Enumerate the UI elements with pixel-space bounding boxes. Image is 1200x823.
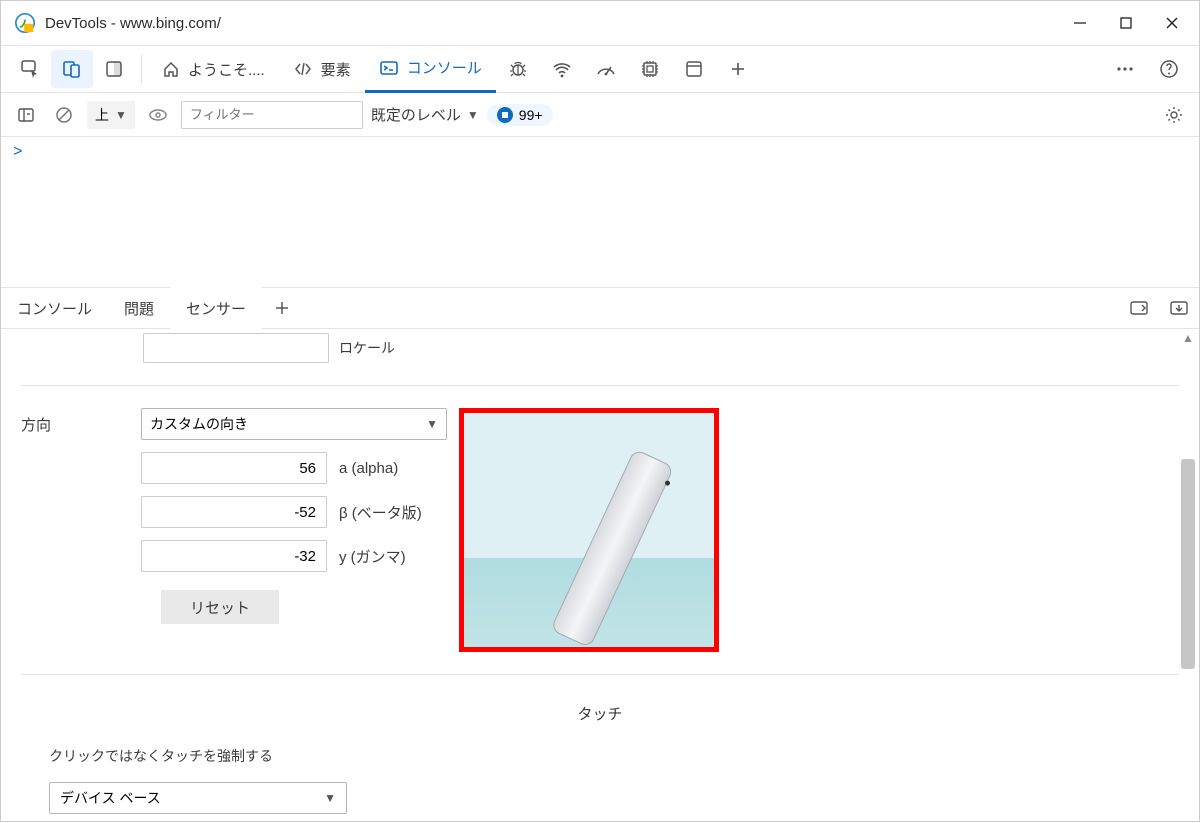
bug-icon[interactable] xyxy=(496,50,540,88)
execution-context-selector[interactable]: 上 ▼ xyxy=(87,101,135,129)
application-icon[interactable] xyxy=(672,50,716,88)
drawer-tabbar: コンソール 問題 センサー xyxy=(1,287,1199,329)
console-prompt: > xyxy=(13,143,23,161)
drawer-tab-issues[interactable]: 問題 xyxy=(108,287,170,329)
dock-icon[interactable] xyxy=(93,50,135,88)
main-tabbar: ようこそ.... 要素 コンソール xyxy=(1,45,1199,93)
issues-counter[interactable]: 99+ xyxy=(487,104,553,126)
console-icon xyxy=(379,59,399,77)
alpha-label: a (alpha) xyxy=(339,460,398,477)
drawer-tab-sensors[interactable]: センサー xyxy=(170,287,262,329)
force-touch-label: クリックではなくタッチを強制する xyxy=(49,746,1179,766)
more-options-icon[interactable] xyxy=(1103,50,1147,88)
network-icon[interactable] xyxy=(540,50,584,88)
performance-icon[interactable] xyxy=(584,50,628,88)
scroll-up-icon[interactable]: ▲ xyxy=(1179,329,1197,347)
chevron-down-icon: ▼ xyxy=(324,791,336,805)
help-icon[interactable] xyxy=(1147,50,1191,88)
memory-icon[interactable] xyxy=(628,50,672,88)
reset-button[interactable]: リセット xyxy=(161,590,279,624)
chevron-down-icon: ▼ xyxy=(426,417,438,431)
window-maximize-button[interactable] xyxy=(1103,1,1149,45)
device-toggle-icon[interactable] xyxy=(51,50,93,88)
tab-welcome-label: ようこそ.... xyxy=(188,59,265,80)
scrollbar[interactable]: ▲ xyxy=(1179,329,1197,823)
tab-welcome[interactable]: ようこそ.... xyxy=(148,45,279,93)
console-toolbar: 上 ▼ 既定のレベル ▼ 99+ xyxy=(1,93,1199,137)
home-icon xyxy=(162,60,180,78)
locale-label: ロケール xyxy=(339,338,395,358)
issues-badge-icon xyxy=(497,107,513,123)
chevron-down-icon: ▼ xyxy=(467,108,479,122)
orientation-preset-value: カスタムの向き xyxy=(150,414,248,434)
filter-input[interactable] xyxy=(181,101,363,129)
toggle-sidebar-icon[interactable] xyxy=(11,100,41,130)
window-title: DevTools - www.bing.com/ xyxy=(45,15,1057,32)
locale-input[interactable] xyxy=(143,333,329,363)
tab-console-label: コンソール xyxy=(407,57,482,78)
touch-device-select[interactable]: デバイス ベース ▼ xyxy=(49,782,347,814)
console-settings-icon[interactable] xyxy=(1159,100,1189,130)
divider xyxy=(21,385,1179,386)
live-expression-icon[interactable] xyxy=(143,100,173,130)
orientation-section-label: 方向 xyxy=(21,414,141,652)
tab-console[interactable]: コンソール xyxy=(365,45,496,93)
inspect-icon[interactable] xyxy=(9,50,51,88)
context-label: 上 xyxy=(95,105,109,125)
alpha-input[interactable] xyxy=(141,452,327,484)
divider xyxy=(21,674,1179,675)
window-titlebar: DevTools - www.bing.com/ xyxy=(1,1,1199,45)
sensors-panel: ロケール 方向 カスタムの向き ▼ a (alpha) β ( xyxy=(1,329,1199,823)
app-icon xyxy=(15,13,35,33)
window-close-button[interactable] xyxy=(1149,1,1195,45)
levels-label: 既定のレベル xyxy=(371,104,461,125)
log-levels-selector[interactable]: 既定のレベル ▼ xyxy=(371,104,479,125)
tab-elements-label: 要素 xyxy=(321,59,351,80)
console-body[interactable]: > xyxy=(1,137,1199,287)
beta-input[interactable] xyxy=(141,496,327,528)
window-minimize-button[interactable] xyxy=(1057,1,1103,45)
tab-elements[interactable]: 要素 xyxy=(279,45,365,93)
drawer-collapse-icon[interactable] xyxy=(1159,287,1199,329)
orientation-preview[interactable] xyxy=(459,408,719,652)
chevron-down-icon: ▼ xyxy=(115,108,127,122)
issues-count: 99+ xyxy=(519,107,543,123)
beta-label: β (ベータ版) xyxy=(339,502,422,523)
gamma-label: y (ガンマ) xyxy=(339,546,406,567)
touch-section-title: タッチ xyxy=(21,703,1179,724)
code-icon xyxy=(293,60,313,78)
scrollbar-thumb[interactable] xyxy=(1181,459,1195,669)
gamma-input[interactable] xyxy=(141,540,327,572)
add-tab-icon[interactable] xyxy=(716,50,760,88)
touch-device-value: デバイス ベース xyxy=(60,788,161,808)
clear-console-icon[interactable] xyxy=(49,100,79,130)
drawer-dock-icon[interactable] xyxy=(1119,287,1159,329)
separator xyxy=(141,55,142,83)
phone-model[interactable] xyxy=(550,448,674,648)
orientation-preset-select[interactable]: カスタムの向き ▼ xyxy=(141,408,447,440)
drawer-tab-console[interactable]: コンソール xyxy=(1,287,108,329)
add-drawer-tab-icon[interactable] xyxy=(262,287,302,329)
